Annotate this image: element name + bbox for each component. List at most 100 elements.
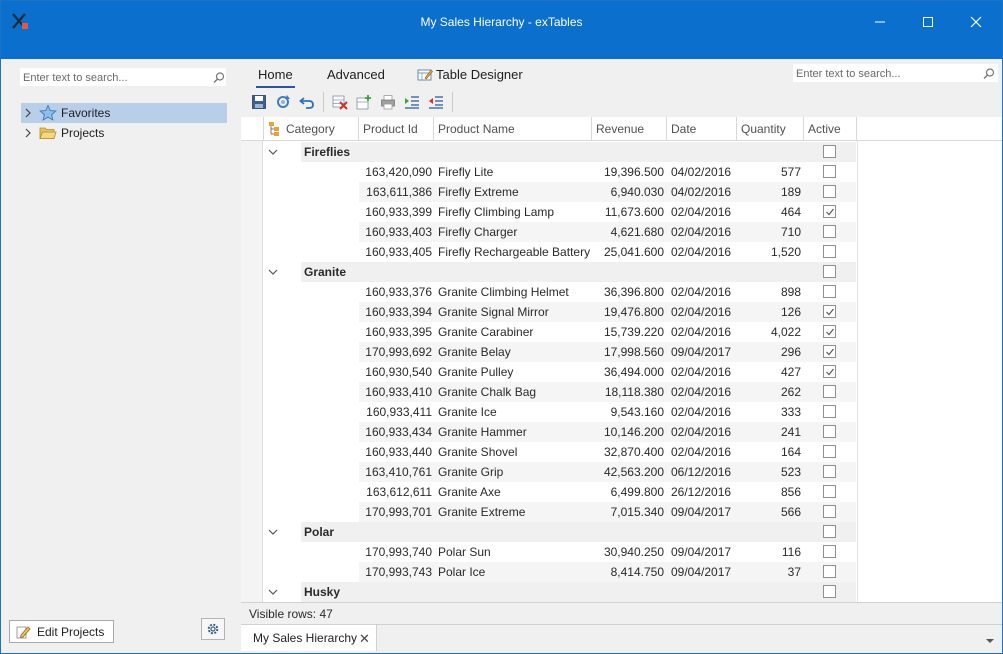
table-row[interactable]: 163,611,386 Firefly Extreme 6,940.030 04/02…	[241, 182, 1002, 202]
column-header-date[interactable]: Date	[666, 117, 737, 141]
edit-projects-label: Edit Projects	[37, 624, 105, 639]
active-checkbox[interactable]	[823, 365, 836, 378]
table-row[interactable]: 163,612,611 Granite Axe 6,499.800 26/12/201…	[241, 482, 1002, 502]
table-row[interactable]: 160,933,403 Firefly Charger 4,621.680 02/04…	[241, 222, 1002, 242]
chevron-right-icon[interactable]	[21, 103, 35, 123]
edit-pencil-icon	[15, 624, 31, 640]
table-row[interactable]: 170,993,740 Polar Sun 30,940.250 09/04/2017…	[241, 542, 1002, 562]
chevron-down-icon[interactable]	[265, 262, 281, 282]
active-checkbox[interactable]	[823, 545, 836, 558]
active-checkbox[interactable]	[823, 345, 836, 358]
active-checkbox[interactable]	[823, 425, 836, 438]
revenue-cell: 30,940.250	[603, 545, 664, 559]
quantity-cell: 37	[787, 565, 801, 579]
table-row[interactable]: 160,933,434 Granite Hammer 10,146.200 02/04…	[241, 422, 1002, 442]
tree-item-projects[interactable]: Projects	[21, 123, 227, 143]
table-row[interactable]: 160,933,411 Granite Ice 9,543.160 02/04/201…	[241, 402, 1002, 422]
date-cell: 02/04/2016	[671, 365, 732, 379]
column-header-active[interactable]: Active	[803, 117, 857, 141]
active-checkbox[interactable]	[823, 385, 836, 398]
table-row[interactable]: 160,933,376 Granite Climbing Helmet 36,396…	[241, 282, 1002, 302]
quantity-cell: 856	[780, 485, 801, 499]
tab-advanced[interactable]: Advanced	[327, 67, 385, 82]
group-row[interactable]: Polar	[241, 522, 1002, 542]
undo-button[interactable]	[295, 91, 319, 113]
tab-table-designer[interactable]: Table Designer	[417, 67, 523, 82]
tree-item-favorites[interactable]: Favorites	[21, 103, 227, 123]
grid-search-input[interactable]	[796, 66, 976, 81]
active-checkbox[interactable]	[823, 525, 836, 538]
maximize-button[interactable]	[913, 9, 943, 35]
table-row[interactable]: 160,933,395 Granite Carabiner 15,739.220 02…	[241, 322, 1002, 342]
active-checkbox[interactable]	[823, 305, 836, 318]
outdent-button[interactable]	[424, 91, 448, 113]
quantity-cell: 427	[780, 365, 801, 379]
group-row[interactable]: Fireflies	[241, 142, 1002, 162]
minimize-button[interactable]	[865, 9, 895, 35]
main-panel: Home Advanced Table Designer Enter text …	[241, 59, 1002, 653]
column-header-category[interactable]: Category	[263, 117, 359, 141]
refresh-button[interactable]	[271, 91, 295, 113]
indent-button[interactable]	[400, 91, 424, 113]
column-header-product-id[interactable]: Product Id	[358, 117, 433, 141]
save-button[interactable]	[247, 91, 271, 113]
active-checkbox[interactable]	[823, 285, 836, 298]
group-row[interactable]: Granite	[241, 262, 1002, 282]
table-row[interactable]: 160,933,399 Firefly Climbing Lamp 11,673.6…	[241, 202, 1002, 222]
active-checkbox[interactable]	[823, 265, 836, 278]
active-checkbox[interactable]	[823, 145, 836, 158]
active-checkbox[interactable]	[823, 165, 836, 178]
table-row[interactable]: 160,933,394 Granite Signal Mirror 19,476.8…	[241, 302, 1002, 322]
table-row[interactable]: 170,993,692 Granite Belay 17,998.560 09/04/…	[241, 342, 1002, 362]
column-header-quantity[interactable]: Quantity	[736, 117, 804, 141]
active-checkbox[interactable]	[823, 405, 836, 418]
table-row[interactable]: 160,933,410 Granite Chalk Bag 18,118.380 02…	[241, 382, 1002, 402]
print-button[interactable]	[376, 91, 400, 113]
active-checkbox[interactable]	[823, 445, 836, 458]
chevron-down-icon[interactable]	[265, 582, 281, 602]
active-checkbox[interactable]	[823, 205, 836, 218]
active-checkbox[interactable]	[823, 585, 836, 598]
edit-projects-button[interactable]: Edit Projects	[9, 620, 114, 643]
chevron-down-icon[interactable]	[265, 522, 281, 542]
close-button[interactable]	[961, 9, 991, 35]
column-label: Active	[808, 122, 841, 136]
tab-home[interactable]: Home	[256, 67, 295, 88]
active-checkbox[interactable]	[823, 505, 836, 518]
table-row[interactable]: 160,930,540 Granite Pulley 36,494.000 02/04…	[241, 362, 1002, 382]
settings-button[interactable]	[201, 618, 225, 640]
delete-row-button[interactable]	[328, 91, 352, 113]
table-row[interactable]: 163,410,761 Granite Grip 42,563.200 06/12/2…	[241, 462, 1002, 482]
active-checkbox[interactable]	[823, 245, 836, 258]
table-row[interactable]: 170,993,743 Polar Ice 8,414.750 09/04/2017 3…	[241, 562, 1002, 582]
active-checkbox[interactable]	[823, 565, 836, 578]
title-bar[interactable]: My Sales Hierarchy - exTables	[1, 1, 1002, 59]
close-tab-icon[interactable]: ✕	[359, 631, 370, 647]
chevron-right-icon[interactable]	[21, 123, 35, 143]
chevron-down-icon[interactable]	[265, 142, 281, 162]
table-row[interactable]: 160,933,440 Granite Shovel 32,870.400 02/04…	[241, 442, 1002, 462]
table-row[interactable]: 163,420,090 Firefly Lite 19,396.500 04/02/2…	[241, 162, 1002, 182]
product-id-cell: 160,933,411	[366, 405, 432, 419]
search-icon[interactable]	[982, 67, 996, 81]
active-checkbox[interactable]	[823, 325, 836, 338]
active-checkbox[interactable]	[823, 485, 836, 498]
group-name: Husky	[304, 585, 341, 599]
group-row[interactable]: Husky	[241, 582, 1002, 602]
tab-list-dropdown-icon[interactable]	[985, 635, 995, 645]
search-icon[interactable]	[212, 71, 226, 85]
table-row[interactable]: 160,933,405 Firefly Rechargeable Battery 2…	[241, 242, 1002, 262]
new-row-button[interactable]	[352, 91, 376, 113]
column-header-revenue[interactable]: Revenue	[591, 117, 666, 141]
document-tab[interactable]: My Sales Hierarchy ✕	[241, 625, 377, 651]
column-header-product-name[interactable]: Product Name	[433, 117, 591, 141]
table-row[interactable]: 170,993,701 Granite Extreme 7,015.340 09/04…	[241, 502, 1002, 522]
group-name: Polar	[304, 525, 335, 539]
active-checkbox[interactable]	[823, 225, 836, 238]
date-cell: 26/12/2016	[671, 485, 732, 499]
active-checkbox[interactable]	[823, 185, 836, 198]
quantity-cell: 333	[780, 405, 801, 419]
left-search-input[interactable]	[23, 70, 203, 85]
indent-icon	[404, 94, 420, 110]
active-checkbox[interactable]	[823, 465, 836, 478]
